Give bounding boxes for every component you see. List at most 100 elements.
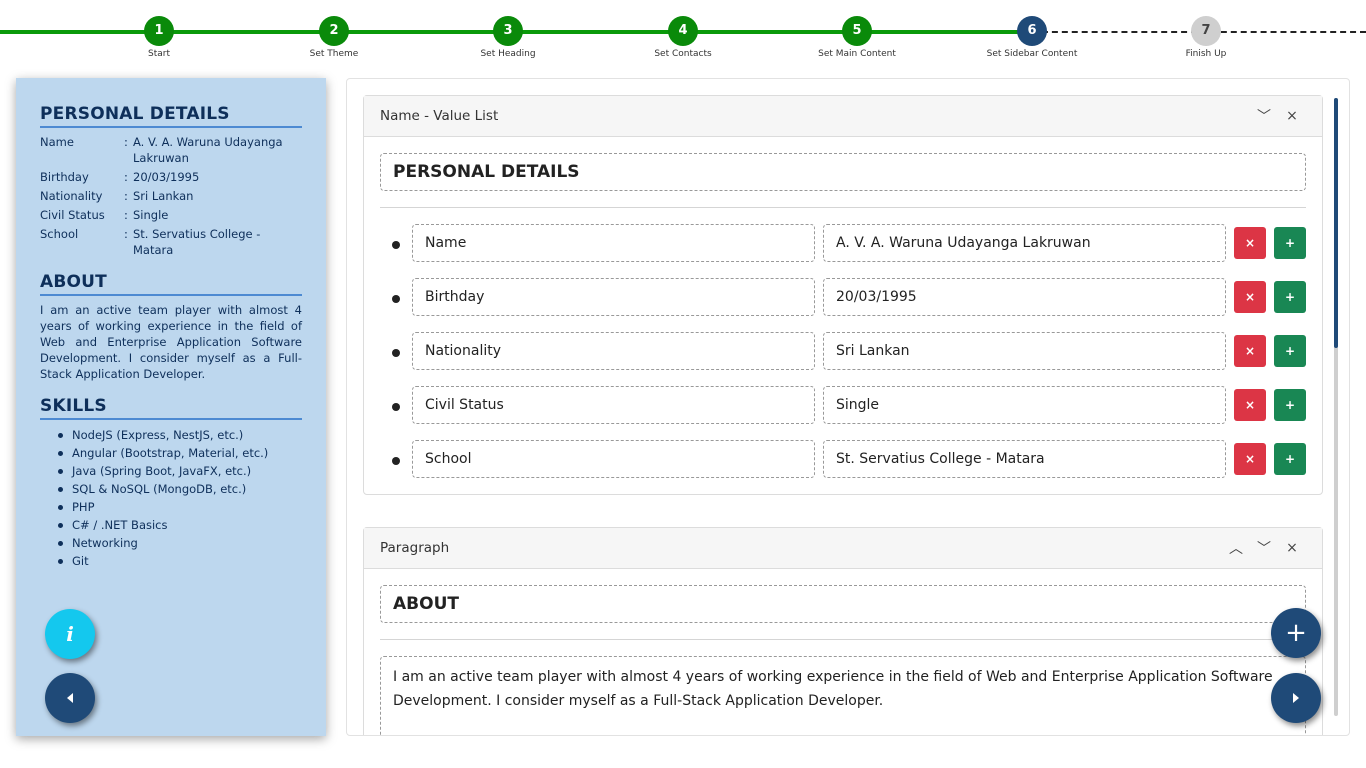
remove-row-button[interactable]: × (1234, 335, 1266, 367)
step-label: Set Contacts (654, 49, 712, 59)
paragraph-textarea[interactable]: I am an active team player with almost 4… (380, 656, 1306, 735)
skill-item: Java (Spring Boot, JavaFX, etc.) (56, 462, 302, 480)
move-up-icon[interactable]: ︿ (1222, 538, 1250, 558)
add-row-button[interactable]: + (1274, 227, 1306, 259)
bullet-icon (380, 238, 412, 249)
add-row-button[interactable]: + (1274, 335, 1306, 367)
name-value-row: Civil Status Single × + (380, 386, 1306, 424)
skill-item: Git (56, 552, 302, 570)
remove-row-button[interactable]: × (1234, 443, 1266, 475)
step-finish-up[interactable]: 7 Finish Up (1136, 16, 1276, 59)
step-set-main-content[interactable]: 5 Set Main Content (787, 16, 927, 59)
value-input[interactable]: A. V. A. Waruna Udayanga Lakruwan (823, 224, 1226, 262)
detail-colon: : (124, 227, 128, 241)
preview-skills: SKILLS NodeJS (Express, NestJS, etc.) An… (40, 396, 302, 570)
add-row-button[interactable]: + (1274, 281, 1306, 313)
step-set-sidebar-content[interactable]: 6 Set Sidebar Content (962, 16, 1102, 59)
remove-row-button[interactable]: × (1234, 227, 1266, 259)
close-icon: × (1244, 236, 1256, 250)
bullet-icon (380, 400, 412, 411)
value-input[interactable]: 20/03/1995 (823, 278, 1226, 316)
detail-value: Sri Lankan (133, 189, 194, 203)
preview-about: ABOUT I am an active team player with al… (40, 272, 302, 382)
info-icon: i (66, 622, 74, 646)
bullet-icon (380, 346, 412, 357)
value-input[interactable]: Sri Lankan (823, 332, 1226, 370)
progress-stepper: 1 Start 2 Set Theme 3 Set Heading 4 Set … (0, 0, 1366, 70)
section-heading-input[interactable]: PERSONAL DETAILS (380, 153, 1306, 191)
name-input[interactable]: Civil Status (412, 386, 815, 424)
add-row-button[interactable]: + (1274, 443, 1306, 475)
step-label: Set Heading (480, 49, 536, 59)
skill-item: NodeJS (Express, NestJS, etc.) (56, 426, 302, 444)
detail-name: Nationality (40, 189, 103, 203)
step-start[interactable]: 1 Start (89, 16, 229, 59)
scrollbar-thumb[interactable] (1334, 98, 1338, 348)
section-heading-input[interactable]: ABOUT (380, 585, 1306, 623)
name-input[interactable]: Nationality (412, 332, 815, 370)
add-section-button[interactable]: + (1271, 608, 1321, 658)
add-row-button[interactable]: + (1274, 389, 1306, 421)
sidebar-editor-panel[interactable]: Name - Value List ﹀ × PERSONAL DETAILS N… (346, 78, 1350, 736)
close-icon[interactable]: × (1278, 540, 1306, 556)
skill-item: SQL & NoSQL (MongoDB, etc.) (56, 480, 302, 498)
detail-name: School (40, 227, 79, 241)
step-number: 7 (1191, 16, 1221, 46)
paragraph-card: Paragraph ︿ ﹀ × ABOUT I am an active tea… (363, 527, 1323, 735)
step-label: Set Main Content (818, 49, 896, 59)
detail-name: Name (40, 135, 74, 149)
close-icon: × (1244, 290, 1256, 304)
info-button[interactable]: i (45, 609, 95, 659)
name-input[interactable]: School (412, 440, 815, 478)
detail-colon: : (124, 170, 128, 184)
step-number: 2 (319, 16, 349, 46)
name-input[interactable]: Birthday (412, 278, 815, 316)
preview-detail-row: School : St. Servatius College - Matara (40, 226, 302, 258)
detail-name: Birthday (40, 170, 89, 184)
close-icon: × (1244, 398, 1256, 412)
step-label: Start (148, 49, 170, 59)
card-title: Paragraph (380, 540, 450, 556)
plus-icon: + (1284, 236, 1296, 250)
plus-icon: + (1284, 290, 1296, 304)
skill-item: PHP (56, 498, 302, 516)
detail-colon: : (124, 135, 128, 149)
value-input[interactable]: Single (823, 386, 1226, 424)
preview-section-heading: PERSONAL DETAILS (40, 104, 302, 128)
move-down-icon[interactable]: ﹀ (1250, 538, 1278, 558)
name-value-row: Name A. V. A. Waruna Udayanga Lakruwan ×… (380, 224, 1306, 262)
name-value-list-card: Name - Value List ﹀ × PERSONAL DETAILS N… (363, 95, 1323, 495)
step-label: Finish Up (1185, 49, 1227, 59)
card-title: Name - Value List (380, 108, 499, 124)
step-number: 3 (493, 16, 523, 46)
step-number: 5 (842, 16, 872, 46)
plus-icon: + (1285, 618, 1307, 648)
name-value-row: Nationality Sri Lankan × + (380, 332, 1306, 370)
next-step-button[interactable] (1271, 673, 1321, 723)
previous-step-button[interactable] (45, 673, 95, 723)
editor-scrollbar[interactable] (1334, 98, 1338, 716)
close-icon[interactable]: × (1278, 108, 1306, 124)
skill-item: C# / .NET Basics (56, 516, 302, 534)
step-set-heading[interactable]: 3 Set Heading (438, 16, 578, 59)
remove-row-button[interactable]: × (1234, 389, 1266, 421)
name-input[interactable]: Name (412, 224, 815, 262)
step-set-theme[interactable]: 2 Set Theme (264, 16, 404, 59)
step-number: 4 (668, 16, 698, 46)
plus-icon: + (1284, 344, 1296, 358)
divider (380, 207, 1306, 208)
move-down-icon[interactable]: ﹀ (1250, 106, 1278, 126)
plus-icon: + (1284, 398, 1296, 412)
step-set-contacts[interactable]: 4 Set Contacts (613, 16, 753, 59)
detail-colon: : (124, 208, 128, 222)
skill-item: Networking (56, 534, 302, 552)
name-value-row: Birthday 20/03/1995 × + (380, 278, 1306, 316)
preview-detail-row: Civil Status : Single (40, 207, 302, 223)
detail-name: Civil Status (40, 208, 105, 222)
remove-row-button[interactable]: × (1234, 281, 1266, 313)
step-label: Set Theme (309, 49, 359, 59)
preview-personal-details: PERSONAL DETAILS Name : A. V. A. Waruna … (40, 104, 302, 258)
value-input[interactable]: St. Servatius College - Matara (823, 440, 1226, 478)
preview-detail-row: Name : A. V. A. Waruna Udayanga Lakruwan (40, 134, 302, 166)
close-icon: × (1244, 344, 1256, 358)
